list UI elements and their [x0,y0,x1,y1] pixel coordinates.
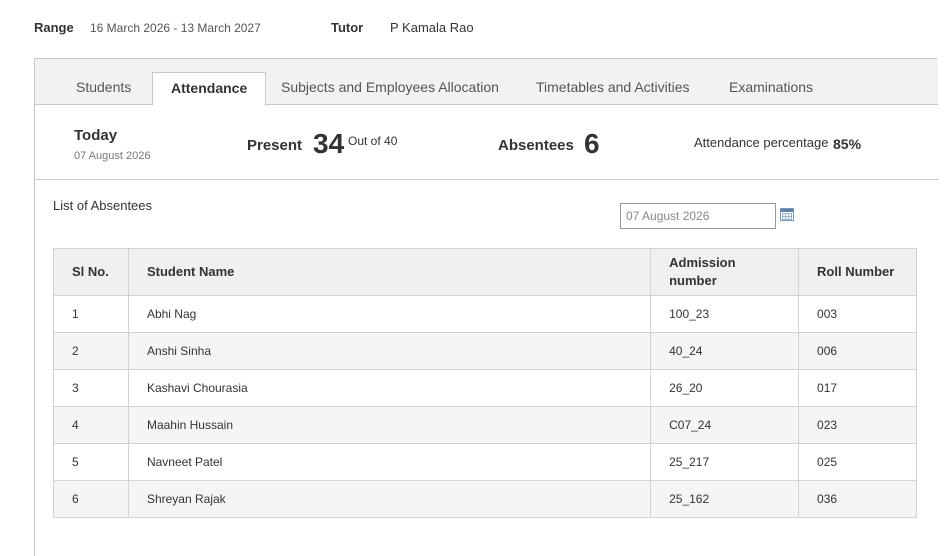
absentees-count: 6 [584,128,600,159]
present-label: Present [247,137,303,154]
tab-subjects-employees-allocation[interactable]: Subjects and Employees Allocation [263,72,517,105]
range-value: 16 March 2026 - 13 March 2027 [90,21,261,35]
tab-students[interactable]: Students [58,72,149,105]
cell-student-name: Anshi Sinha [127,332,652,370]
column-header-student-name: Student Name [127,248,652,296]
tab-examinations[interactable]: Examinations [711,72,831,105]
column-header-roll-number: Roll Number [798,248,917,296]
attendance-summary: Today 07 August 2026 Present 34 Out of 4… [35,106,938,180]
column-header-sl-no: Sl No. [53,248,129,296]
cell-sl-no: 1 [53,295,129,333]
table-row: 3 Kashavi Chourasia 26_20 017 [53,369,917,407]
table-row: 6 Shreyan Rajak 25_162 036 [53,480,917,518]
column-header-admission-number-text: Admission number [669,255,736,288]
cell-roll-number: 017 [798,369,917,407]
table-header-row: Sl No. Student Name Admission number Rol… [53,248,917,296]
cell-admission-number: 25_217 [650,443,800,481]
cell-student-name: Navneet Patel [127,443,652,481]
absentees-table: Sl No. Student Name Admission number Rol… [53,248,917,518]
attendance-percentage-label: Attendance percentage [694,135,829,150]
cell-admission-number: C07_24 [650,406,800,444]
cell-roll-number: 025 [798,443,917,481]
table-row: 2 Anshi Sinha 40_24 006 [53,332,917,370]
table-row: 1 Abhi Nag 100_23 003 [53,295,917,333]
tab-attendance[interactable]: Attendance [152,72,267,106]
cell-student-name: Kashavi Chourasia [127,369,652,407]
cell-roll-number: 023 [798,406,917,444]
out-of-total: Out of 40 [348,134,398,148]
tutor-value: P Kamala Rao [390,20,474,35]
cell-sl-no: 3 [53,369,129,407]
cell-sl-no: 4 [53,406,129,444]
tab-bar: Students Attendance Subjects and Employe… [35,59,938,106]
cell-admission-number: 26_20 [650,369,800,407]
range-label: Range [34,20,74,35]
date-field[interactable] [620,203,776,229]
attendance-panel: Students Attendance Subjects and Employe… [34,58,938,556]
absentees-label: Absentees [498,137,574,154]
calendar-icon[interactable] [780,208,794,221]
cell-roll-number: 003 [798,295,917,333]
cell-admission-number: 40_24 [650,332,800,370]
tab-timetables-activities[interactable]: Timetables and Activities [518,72,708,105]
cell-roll-number: 036 [798,480,917,518]
table-row: 5 Navneet Patel 25_217 025 [53,443,917,481]
cell-roll-number: 006 [798,332,917,370]
cell-admission-number: 25_162 [650,480,800,518]
today-label: Today [74,127,118,144]
present-count: 34 [313,128,345,159]
cell-student-name: Shreyan Rajak [127,480,652,518]
column-header-admission-number: Admission number [650,248,800,296]
cell-student-name: Abhi Nag [127,295,652,333]
tutor-label: Tutor [331,20,364,35]
today-date: 07 August 2026 [74,150,151,162]
attendance-percentage-value: 85% [833,136,862,152]
table-row: 4 Maahin Hussain C07_24 023 [53,406,917,444]
cell-admission-number: 100_23 [650,295,800,333]
absentees-list-title: List of Absentees [53,198,153,213]
cell-sl-no: 6 [53,480,129,518]
cell-sl-no: 5 [53,443,129,481]
cell-sl-no: 2 [53,332,129,370]
cell-student-name: Maahin Hussain [127,406,652,444]
